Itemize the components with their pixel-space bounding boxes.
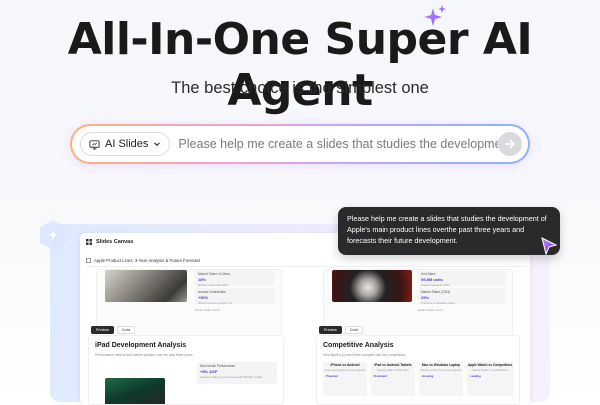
send-button[interactable] xyxy=(498,132,522,156)
tab-code[interactable]: Code xyxy=(344,326,364,334)
hero-title: All-In-One Super AI Agent xyxy=(67,14,533,116)
chat-message-bubble: Please help me create a slides that stud… xyxy=(338,207,560,255)
document-icon xyxy=(86,258,91,263)
stat-market-share: Market Share in China 18% Market Leaders… xyxy=(195,270,275,287)
prompt-bar: AI Slides xyxy=(72,126,528,162)
iphone-image xyxy=(105,270,187,302)
document-title: Apple Product Lines: 3-Year Analysis & F… xyxy=(94,258,200,263)
mode-select-label: AI Slides xyxy=(105,138,149,150)
stat-new-model: New Model Performance +8% ASP Average se… xyxy=(197,362,277,384)
chevron-down-icon xyxy=(154,142,161,147)
apple-watch-image xyxy=(332,270,412,302)
stat-annual-contribution: Annual Contribution +50% iPhone revenue … xyxy=(195,288,275,305)
left-tab-row: Preview Code xyxy=(91,326,136,334)
send-arrow-icon xyxy=(505,139,516,149)
stat-unit-sales: Unit Sales 59.8M units Global shipments … xyxy=(418,270,506,287)
hero-subtitle: The best choice is the simplest one xyxy=(171,79,429,97)
right-tab-row: Preview Code xyxy=(319,326,364,334)
document-title-row: Apple Product Lines: 3-Year Analysis & F… xyxy=(86,255,524,267)
mode-select-button[interactable]: AI Slides xyxy=(80,132,171,156)
prompt-input[interactable] xyxy=(178,137,498,151)
competitor-box: Apple Watch vs Competitors Market leader… xyxy=(467,362,513,396)
section-title: iPad Development Analysis xyxy=(95,342,187,349)
slide-card-competitive[interactable]: Competitive Analysis How Apple's product… xyxy=(316,335,520,405)
section-title: Competitive Analysis xyxy=(323,342,394,349)
prompt-bar-frame: AI Slides xyxy=(70,124,530,164)
market-share-trend-label: Market Share Trend xyxy=(418,308,443,312)
tab-preview[interactable]: Preview xyxy=(91,326,114,334)
section-subtitle: How Apple's product lines compare with k… xyxy=(323,353,406,357)
sparkle-icon xyxy=(424,5,446,26)
cursor-arrow-icon xyxy=(541,237,558,256)
tab-preview[interactable]: Preview xyxy=(319,326,342,334)
section-subtitle: Performance metrics and market position … xyxy=(95,353,193,357)
grid-icon xyxy=(86,239,92,245)
stat-market-share-2023: Market Share (2023) 29% Premium smartwat… xyxy=(418,288,506,305)
competitor-box: iPhone vs Android Apple dominates premiu… xyxy=(323,362,367,396)
tab-code[interactable]: Code xyxy=(116,326,136,334)
slide-card-ipad[interactable]: iPad Development Analysis Performance me… xyxy=(88,335,284,405)
slides-icon xyxy=(89,139,100,150)
ipad-image xyxy=(105,378,165,404)
slides-canvas: Slides Canvas Apple Product Lines: 3-Yea… xyxy=(80,233,530,405)
competitor-box: Mac vs Windows Laptop Steady growth in p… xyxy=(419,362,463,396)
competitor-box: iPad vs Android Tablets Leading tablet m… xyxy=(371,362,415,396)
canvas-title: Slides Canvas xyxy=(96,239,134,245)
market-share-trend-label: Market Share Trend xyxy=(195,308,220,312)
hexagon-logo-icon xyxy=(40,220,66,250)
